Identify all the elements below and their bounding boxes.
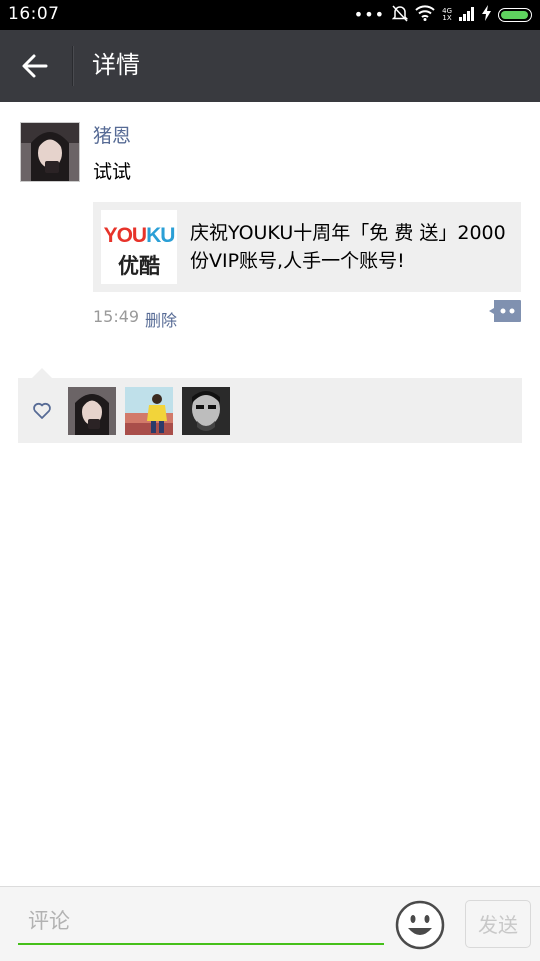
liker-avatar-1[interactable] — [68, 387, 116, 435]
mute-bell-icon — [391, 4, 409, 26]
likes-pointer — [32, 368, 52, 378]
delete-post-link[interactable]: 删除 — [145, 307, 177, 331]
youku-logo-thumbnail: YOUKU 优酷 — [101, 210, 177, 284]
liker-avatar-image — [125, 387, 173, 435]
title-divider — [72, 46, 73, 86]
youku-logo-chinese: 优酷 — [118, 254, 160, 278]
post-text: 试试 — [93, 161, 132, 183]
post-timestamp: 15:49 — [93, 307, 140, 326]
author-name[interactable]: 猪恩 — [93, 121, 131, 148]
network-type-bottom: 1X — [442, 14, 452, 22]
comment-bar: 发送 — [0, 886, 540, 961]
status-time: 16:07 — [8, 4, 60, 24]
back-arrow-icon — [22, 54, 48, 78]
battery-icon — [498, 8, 532, 22]
author-avatar[interactable] — [20, 122, 80, 182]
status-icons: ••• 4G 1X — [353, 4, 532, 26]
author-avatar-image — [21, 123, 79, 181]
more-actions-button[interactable] — [489, 298, 522, 324]
emoji-icon — [395, 900, 445, 950]
link-title: 庆祝YOUKU十周年「免 费 送」2000份VIP账号,人手一个账号! — [190, 222, 506, 272]
emoji-button[interactable] — [395, 900, 445, 950]
page-title: 详情 — [92, 51, 140, 79]
back-button[interactable] — [16, 46, 56, 86]
network-type: 4G 1X — [442, 8, 452, 22]
signal-icon — [459, 6, 475, 25]
shared-link-card[interactable]: YOUKU 优酷 庆祝YOUKU十周年「免 费 送」2000份VIP账号,人手一… — [93, 202, 521, 292]
charging-icon — [482, 5, 491, 25]
more-dots-icon — [489, 300, 521, 322]
liker-avatar-2[interactable] — [125, 387, 173, 435]
liker-avatar-3[interactable] — [182, 387, 230, 435]
status-bar: 16:07 ••• 4G 1X — [0, 0, 540, 30]
liker-avatar-image — [68, 387, 116, 435]
wifi-icon — [415, 5, 435, 25]
more-notifications-icon: ••• — [353, 5, 386, 24]
youku-logo-wordmark: YOUKU — [103, 224, 176, 247]
likes-panel — [18, 378, 522, 443]
comment-input[interactable] — [18, 899, 384, 945]
send-button[interactable]: 发送 — [465, 900, 531, 948]
heart-icon — [33, 402, 51, 419]
liker-avatar-image — [182, 387, 230, 435]
title-bar: 详情 — [0, 30, 540, 102]
